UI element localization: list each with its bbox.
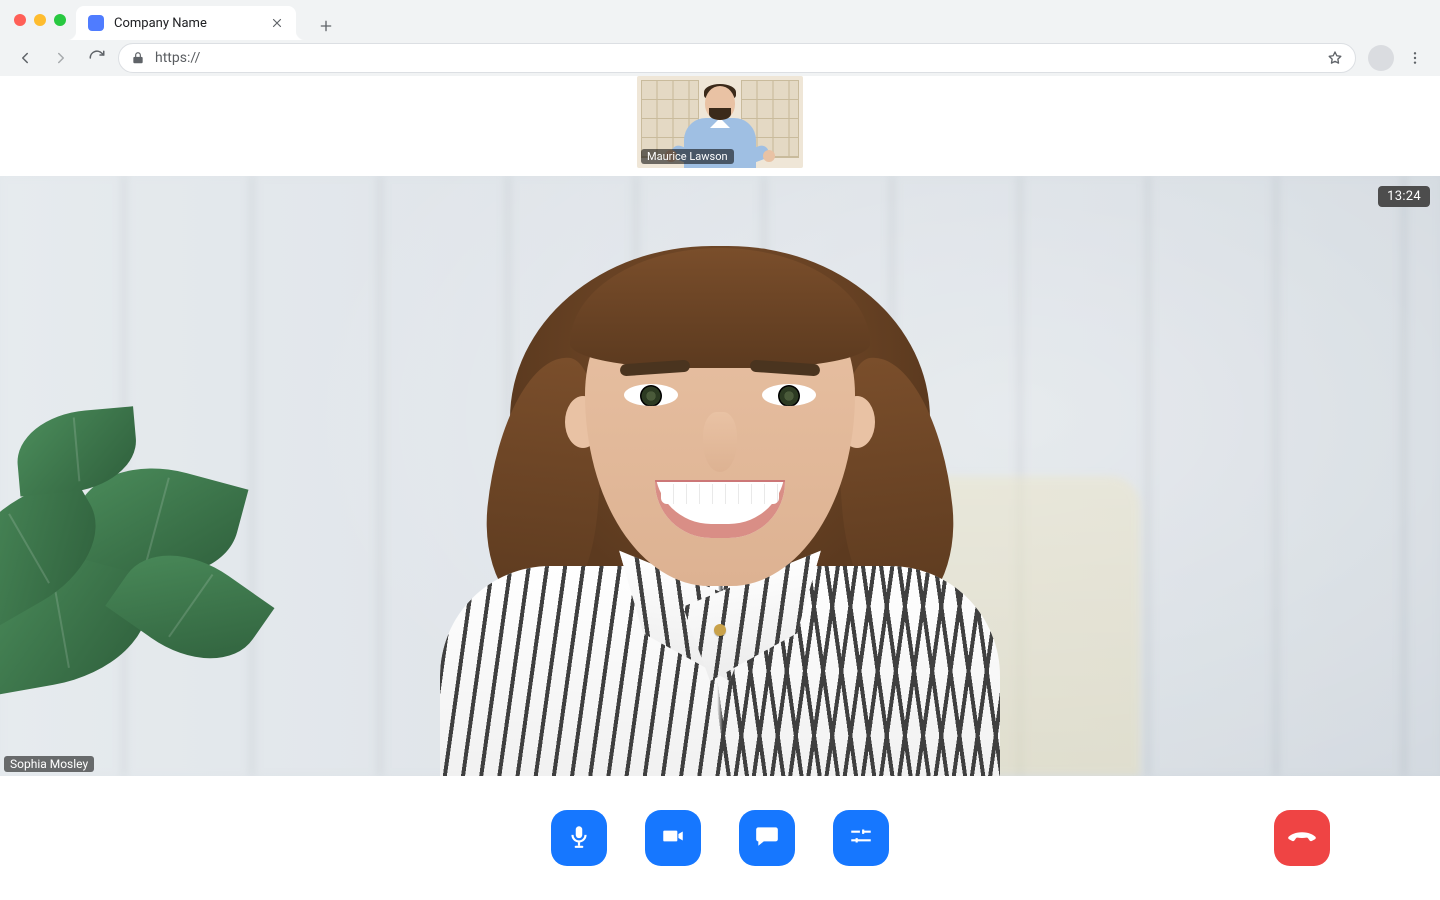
main-participant	[340, 176, 1100, 776]
participant-thumbnails: Maurice Lawson	[0, 76, 1440, 176]
phone-hangup-icon	[1287, 821, 1317, 855]
tab-close-button[interactable]	[270, 16, 284, 30]
address-bar[interactable]: https://	[118, 43, 1356, 73]
thumbnail-name-tag: Maurice Lawson	[641, 149, 734, 164]
mic-button[interactable]	[551, 810, 607, 866]
lock-icon	[131, 51, 145, 65]
browser-menu-button[interactable]	[1400, 43, 1430, 73]
nav-forward-button[interactable]	[46, 43, 76, 73]
app-area: Maurice Lawson	[0, 76, 1440, 900]
nav-back-button[interactable]	[10, 43, 40, 73]
main-name-tag: Sophia Mosley	[4, 756, 94, 772]
plant-decoration	[0, 366, 350, 746]
tab-strip: Company Name	[0, 0, 1440, 40]
address-text: https://	[155, 50, 200, 66]
participant-thumbnail[interactable]: Maurice Lawson	[637, 76, 803, 168]
bookmark-star-button[interactable]	[1327, 50, 1343, 66]
camera-icon	[660, 823, 686, 853]
browser-tab[interactable]: Company Name	[76, 6, 296, 40]
chat-icon	[754, 823, 780, 853]
microphone-icon	[566, 823, 592, 853]
main-video[interactable]: 13:24 Sophia Mosley	[0, 176, 1440, 776]
end-call-button[interactable]	[1274, 810, 1330, 866]
tab-title: Company Name	[114, 16, 207, 31]
chat-button[interactable]	[739, 810, 795, 866]
call-controls	[0, 776, 1440, 900]
new-tab-button[interactable]	[312, 12, 340, 40]
window-minimize-button[interactable]	[34, 14, 46, 26]
browser-toolbar: https://	[0, 40, 1440, 76]
equalizer-icon	[848, 823, 874, 853]
profile-avatar-button[interactable]	[1368, 45, 1394, 71]
window-close-button[interactable]	[14, 14, 26, 26]
nav-reload-button[interactable]	[82, 43, 112, 73]
settings-button[interactable]	[833, 810, 889, 866]
camera-button[interactable]	[645, 810, 701, 866]
tab-favicon	[88, 15, 104, 31]
window-maximize-button[interactable]	[54, 14, 66, 26]
call-timer: 13:24	[1378, 186, 1430, 207]
